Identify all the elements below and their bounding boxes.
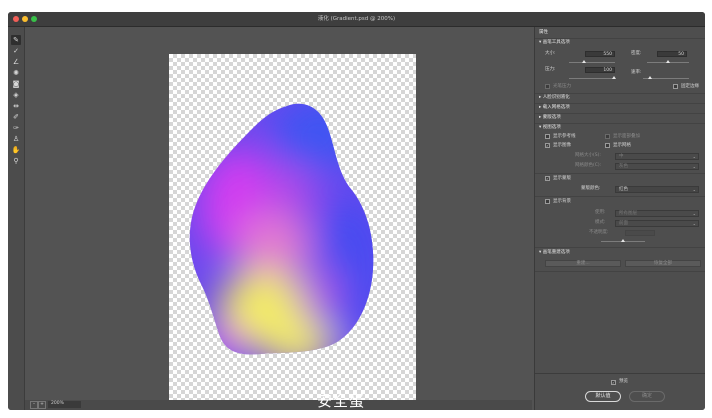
size-label: 大小:	[545, 51, 556, 56]
forward-warp-tool-icon[interactable]: ✎	[11, 35, 21, 45]
section-load-mesh-options[interactable]: ▸ 载入网格选项	[539, 105, 570, 111]
thaw-mask-tool-icon[interactable]: ✑	[11, 123, 21, 133]
zoom-in-button[interactable]: +	[38, 401, 46, 409]
show-backdrop-checkbox[interactable]	[545, 199, 550, 204]
hand-tool-icon[interactable]: ✋	[11, 145, 21, 155]
window-title: 液化 (Gradient.psd @ 200%)	[317, 16, 396, 22]
size-slider-track[interactable]	[569, 62, 615, 63]
watermark-text: 安全蛋	[317, 392, 366, 410]
show-guides-label: 显示参考线	[553, 134, 576, 139]
properties-panel: 属性 ▾ 画笔工具选项 大小: 550 密度: 50 压力: 100 速率: 光…	[534, 27, 705, 410]
density-input[interactable]: 50	[657, 51, 687, 57]
status-bar: – + 200%	[25, 400, 532, 410]
chevron-down-icon: ⌄	[692, 211, 696, 216]
mask-color-label: 蒙版颜色:	[581, 186, 601, 191]
section-face-aware-liquify[interactable]: ▸ 人脸识别液化	[539, 95, 570, 101]
freeze-mask-tool-icon[interactable]: ✐	[11, 112, 21, 122]
zoom-level-select[interactable]: 200%	[48, 401, 81, 408]
mask-color-select[interactable]: 红色 ⌄	[615, 186, 699, 193]
pucker-tool-icon[interactable]: ◙	[11, 79, 21, 89]
section-brush-tool-options[interactable]: ▾ 画笔工具选项	[539, 40, 570, 46]
size-slider-thumb[interactable]	[582, 60, 586, 63]
section-mask-options[interactable]: ▸ 蒙版选项	[539, 115, 561, 121]
zoom-tool-icon[interactable]: ⚲	[11, 156, 21, 166]
liquify-window: 液化 (Gradient.psd @ 200%) ✎ ✓ ∠ ✺ ◙ ◈ ⇹ ✐ ✑ ♙ ✋ ⚲	[8, 12, 705, 410]
restore-all-button[interactable]: 恢复全部	[625, 260, 701, 267]
reconstruct-tool-icon[interactable]: ✓	[11, 46, 21, 56]
stylus-pressure-label: 光笔压力	[553, 84, 571, 89]
show-face-overlay-checkbox[interactable]	[605, 134, 610, 139]
show-mesh-label: 显示网格	[613, 143, 631, 148]
zoom-out-button[interactable]: –	[30, 401, 38, 409]
pin-edges-label: 固定边缘	[681, 84, 699, 89]
pressure-slider-track[interactable]	[569, 78, 615, 79]
backdrop-mode-label: 模式:	[595, 220, 606, 225]
mesh-size-label: 网格大小(S):	[575, 153, 601, 158]
section-brush-reconstruct-options[interactable]: ▾ 画笔重建选项	[539, 250, 570, 256]
smooth-tool-icon[interactable]: ∠	[11, 57, 21, 67]
show-backdrop-label: 显示背景	[553, 199, 571, 204]
ok-button[interactable]: 确定	[629, 391, 665, 402]
twirl-clockwise-tool-icon[interactable]: ✺	[11, 68, 21, 78]
mesh-color-select[interactable]: 灰色 ⌄	[615, 163, 699, 170]
backdrop-opacity-slider-thumb[interactable]	[621, 239, 625, 242]
preview-checkbox[interactable]: ✓	[611, 380, 616, 385]
mesh-color-label: 网格颜色(C):	[575, 163, 602, 168]
chevron-down-icon: ⌄	[692, 221, 696, 226]
chevron-down-icon: ⌄	[692, 164, 696, 169]
canvas-area[interactable]	[25, 27, 532, 400]
show-image-label: 显示图像	[553, 143, 571, 148]
backdrop-mode-select[interactable]: 前面 ⌄	[615, 220, 699, 227]
tools-panel: ✎ ✓ ∠ ✺ ◙ ◈ ⇹ ✐ ✑ ♙ ✋ ⚲	[8, 27, 25, 410]
backdrop-use-label: 使用:	[595, 210, 606, 215]
gradient-blob	[189, 103, 374, 355]
backdrop-opacity-input[interactable]	[625, 230, 655, 236]
face-tool-icon[interactable]: ♙	[11, 134, 21, 144]
mesh-size-select[interactable]: 中 ⌄	[615, 153, 699, 160]
rate-slider-thumb[interactable]	[648, 76, 652, 79]
document-canvas[interactable]	[169, 54, 416, 400]
title-bar: 液化 (Gradient.psd @ 200%)	[8, 12, 705, 27]
density-slider-thumb[interactable]	[666, 60, 670, 63]
section-view-options[interactable]: ▾ 视图选项	[539, 125, 561, 131]
show-mask-checkbox[interactable]: ✓	[545, 176, 550, 181]
pressure-label: 压力:	[545, 67, 556, 72]
show-guides-checkbox[interactable]	[545, 134, 550, 139]
preview-label: 预览	[619, 379, 628, 384]
density-label: 密度:	[631, 51, 642, 56]
reconstruct-button[interactable]: 重建...	[545, 260, 621, 267]
size-input[interactable]: 550	[585, 51, 615, 57]
backdrop-opacity-label: 不透明度:	[589, 230, 609, 235]
show-face-overlay-label: 显示面部叠加	[613, 134, 640, 139]
show-image-checkbox[interactable]: ✓	[545, 143, 550, 148]
show-mask-label: 显示蒙版	[553, 176, 571, 181]
pin-edges-checkbox[interactable]	[673, 84, 678, 89]
chevron-down-icon: ⌄	[692, 187, 696, 192]
pressure-slider-thumb[interactable]	[612, 76, 616, 79]
stylus-pressure-checkbox[interactable]	[545, 84, 550, 89]
push-left-tool-icon[interactable]: ⇹	[11, 101, 21, 111]
rate-label: 速率:	[631, 70, 642, 75]
backdrop-use-select[interactable]: 所有图层 ⌄	[615, 210, 699, 217]
panel-header: 属性	[539, 30, 548, 35]
bloat-tool-icon[interactable]: ◈	[11, 90, 21, 100]
default-button[interactable]: 默认值	[585, 391, 621, 402]
section-title: 画笔工具选项	[542, 40, 570, 45]
show-mesh-checkbox[interactable]	[605, 143, 610, 148]
chevron-down-icon: ⌄	[692, 154, 696, 159]
pressure-input[interactable]: 100	[585, 67, 615, 73]
